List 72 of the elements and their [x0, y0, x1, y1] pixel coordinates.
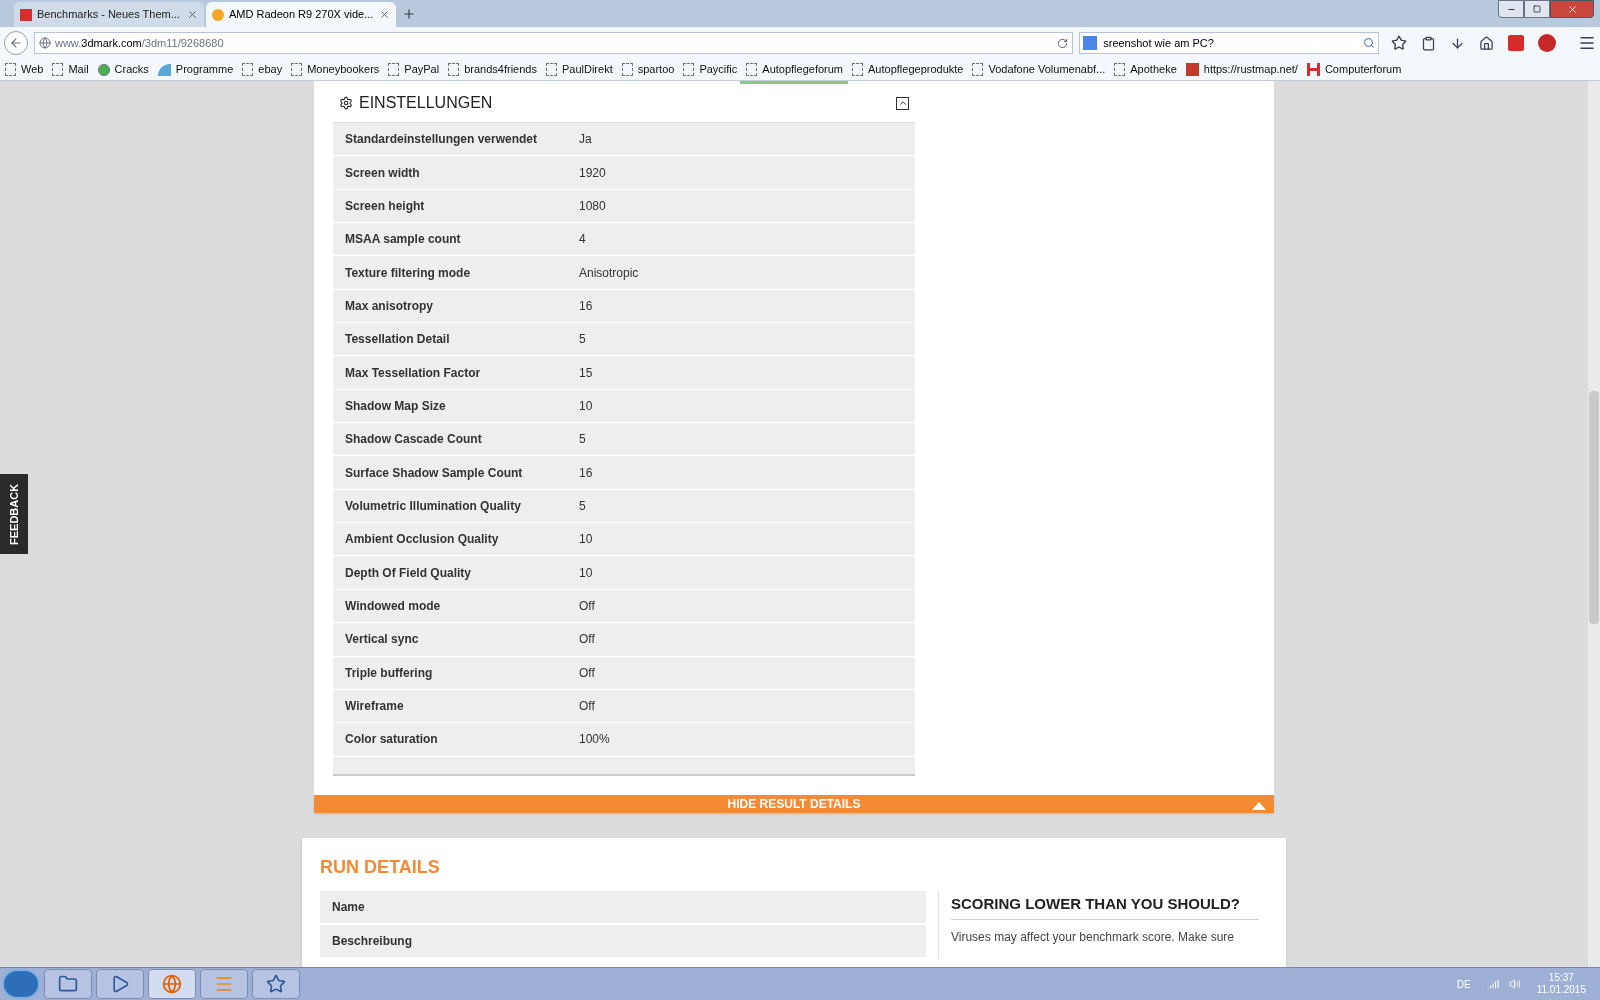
setting-value: Off	[579, 631, 595, 649]
setting-label: Vertical sync	[345, 631, 420, 649]
bookmark-link[interactable]: Paycific	[699, 61, 738, 78]
bookmark-link[interactable]: brands4friends	[464, 61, 537, 78]
setting-label: Shadow Cascade Count	[345, 431, 483, 449]
setting-label: Tessellation Detail	[345, 331, 451, 349]
bookmark-link[interactable]: Autopflegeprodukte	[868, 61, 964, 78]
setting-label: Max Tessellation Factor	[345, 364, 482, 382]
setting-value: 15	[579, 364, 593, 382]
search-field[interactable]: sreenshot wie am PC?	[1079, 32, 1379, 54]
setting-label: Wireframe	[345, 698, 405, 715]
bookmark-link[interactable]: Computerforum	[1324, 61, 1402, 78]
feedback-tab[interactable]: FEEDBACK	[0, 474, 28, 554]
setting-label: Screen height	[345, 197, 426, 215]
url-text: www.3dmark.com/3dm11/9268680	[55, 35, 225, 51]
setting-label: Max anisotropy	[345, 297, 435, 315]
setting-value: 5	[579, 431, 586, 449]
setting-value: 16	[579, 297, 593, 315]
section-title: RUN DETAILS	[320, 856, 441, 880]
setting-value: Off	[579, 698, 595, 715]
address-bar[interactable]: www.3dmark.com/3dm11/9268680	[34, 32, 1074, 54]
bookmark-link[interactable]: Programme	[175, 61, 234, 78]
setting-label: Screen width	[345, 164, 421, 182]
bookmark-link[interactable]: spartoo	[637, 61, 675, 78]
bookmark-link[interactable]: Web	[21, 61, 44, 78]
tab-title: AMD Radeon R9 270X vide...	[229, 7, 374, 23]
setting-value: 10	[579, 564, 593, 582]
setting-value: Off	[579, 598, 595, 615]
section-title: EINSTELLUNGEN	[359, 93, 493, 113]
setting-label: Triple buffering	[345, 664, 434, 682]
search-text: sreenshot wie am PC?	[1103, 35, 1215, 51]
side-text: Viruses may affect your benchmark score. Make sure	[951, 928, 1235, 946]
setting-label: Ambient Occlusion Quality	[345, 531, 500, 549]
bookmark-link[interactable]: PayPal	[404, 61, 440, 78]
setting-value: 5	[579, 331, 586, 349]
bookmark-link[interactable]: Autopflegeforum	[762, 61, 844, 78]
setting-value: 1080	[579, 197, 606, 215]
bookmark-link[interactable]: Moneybookers	[307, 61, 380, 78]
setting-value: 10	[579, 531, 593, 549]
setting-label: Standardeinstellungen verwendet	[345, 131, 539, 149]
tab-title: Benchmarks - Neues Them...	[37, 7, 181, 23]
setting-label: Color saturation	[345, 731, 439, 749]
setting-label: Texture filtering mode	[345, 264, 472, 282]
browser-tab[interactable]: AMD Radeon R9 270X vide...	[206, 2, 396, 27]
bookmark-link[interactable]: ebay	[258, 61, 283, 78]
setting-value: 4	[579, 231, 586, 249]
bookmark-link[interactable]: Mail	[68, 61, 89, 78]
setting-value: Anisotropic	[579, 264, 639, 282]
setting-value: Off	[579, 664, 595, 682]
bookmark-link[interactable]: Cracks	[114, 61, 149, 78]
setting-value: 100%	[579, 731, 610, 749]
setting-label: Surface Shadow Sample Count	[345, 464, 524, 482]
setting-value: 5	[579, 497, 586, 515]
browser-tab[interactable]: Benchmarks - Neues Them...	[14, 2, 204, 27]
setting-value: Ja	[579, 131, 592, 149]
setting-label: Depth Of Field Quality	[345, 564, 472, 582]
detail-label: Name	[332, 899, 365, 917]
bookmark-link[interactable]: Vodafone Volumenabf...	[988, 61, 1106, 78]
bookmark-link[interactable]: Apotheke	[1130, 61, 1177, 78]
setting-value: 16	[579, 464, 593, 482]
bookmark-link[interactable]: https://rustmap.net/	[1203, 61, 1298, 78]
setting-label: Windowed mode	[345, 598, 442, 615]
side-heading: SCORING LOWER THAN YOU SHOULD?	[951, 893, 1258, 920]
setting-label: Volumetric Illumination Quality	[345, 497, 522, 515]
setting-label: Shadow Map Size	[345, 397, 447, 415]
clock-date: 11.01.2015	[1536, 984, 1586, 996]
setting-value: 1920	[579, 164, 606, 182]
bookmark-link[interactable]: PaulDirekt	[561, 61, 613, 78]
setting-value: 10	[579, 397, 593, 415]
detail-label: Beschreibung	[332, 933, 412, 951]
setting-label: MSAA sample count	[345, 231, 462, 249]
clock-time: 15:37	[1548, 972, 1574, 984]
